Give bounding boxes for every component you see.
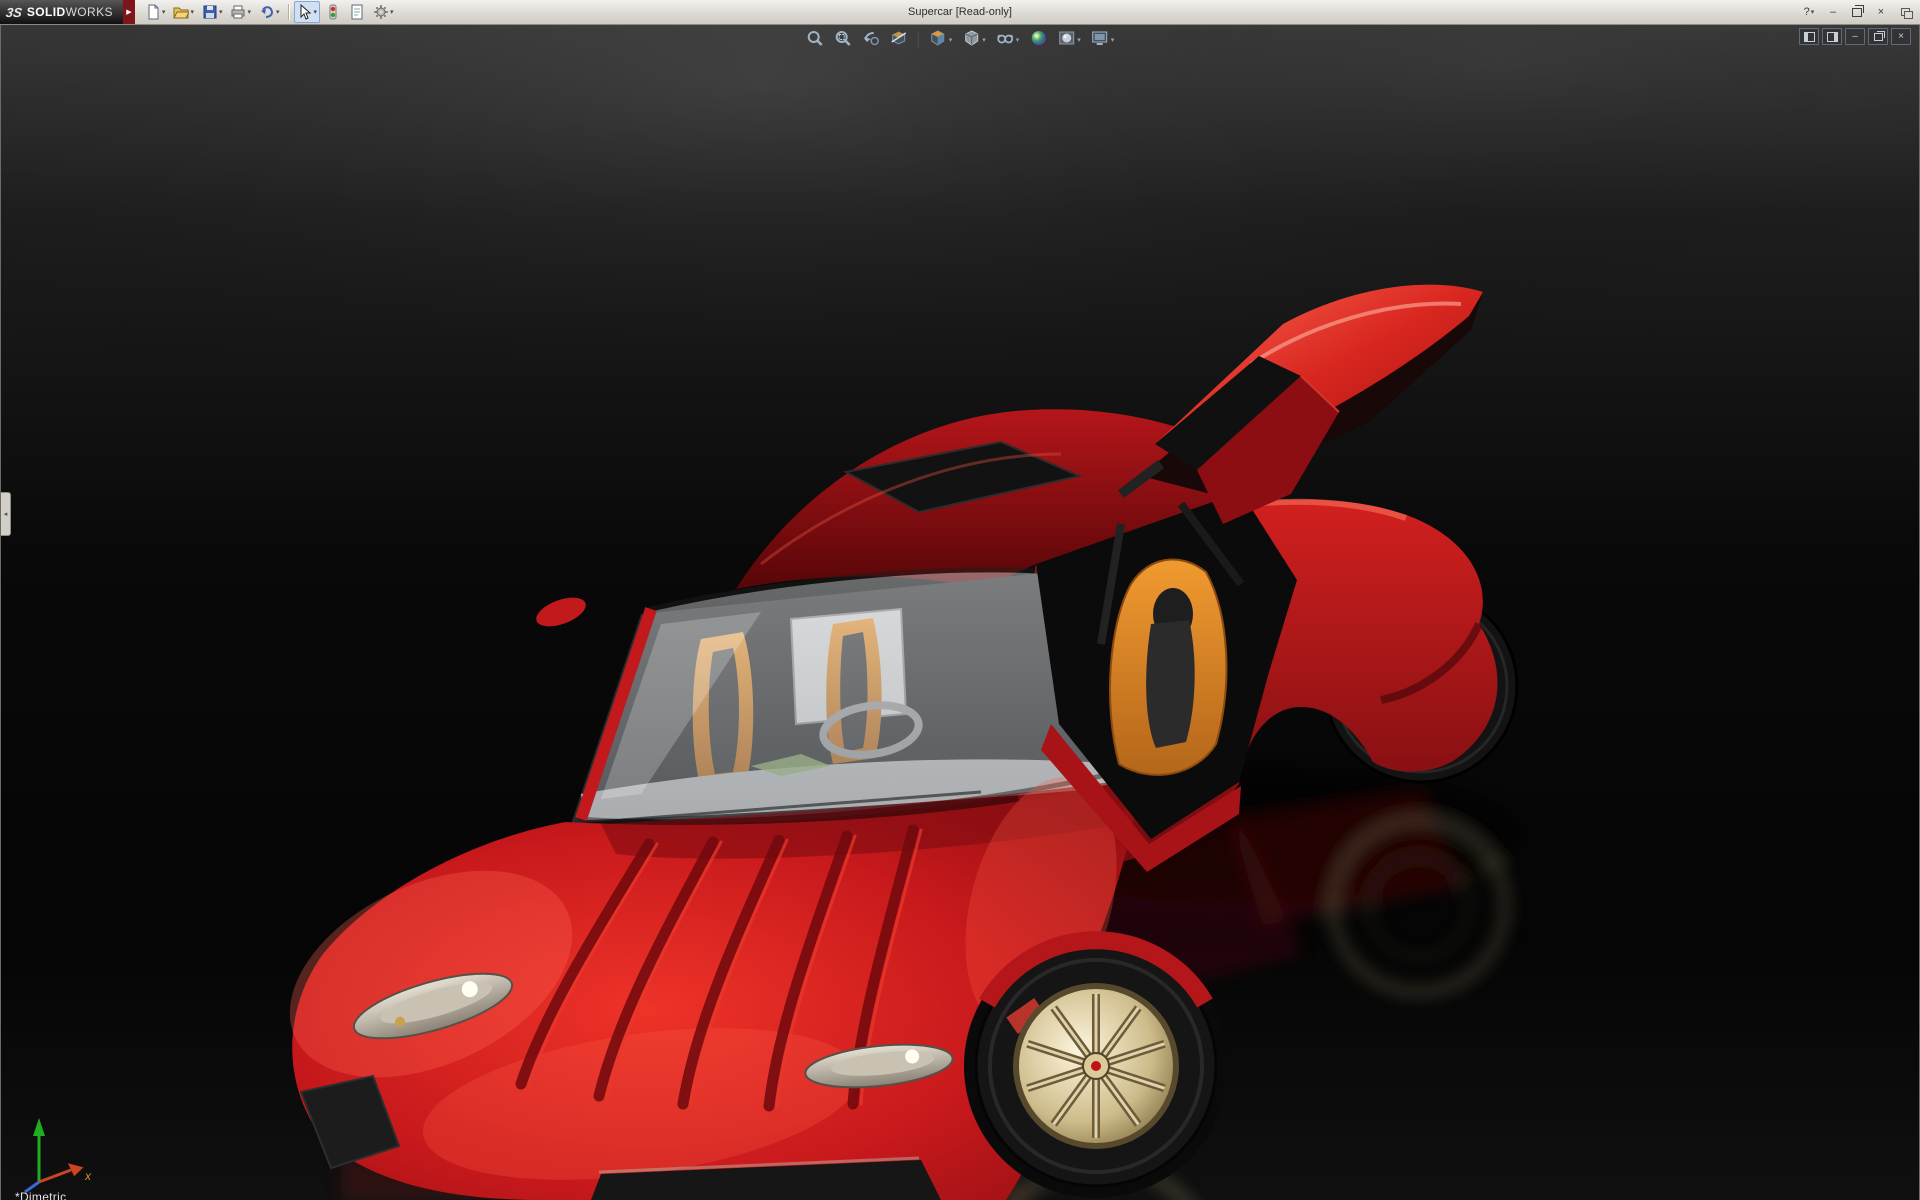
- section-view-button[interactable]: [886, 28, 912, 52]
- save-button[interactable]: ▾: [199, 1, 226, 23]
- previous-view-button[interactable]: [858, 28, 884, 52]
- solidworks-window: 3S SOLIDWORKS ▶ ▾ ▾ ▾: [0, 0, 1920, 1200]
- zoom-to-area-icon: [834, 29, 852, 52]
- view-orientation-button[interactable]: ▾: [925, 28, 957, 52]
- view-settings-button[interactable]: ▾: [1087, 28, 1119, 52]
- display-style-button[interactable]: ▾: [958, 28, 990, 52]
- viewport-3d-scene[interactable]: [1, 24, 1920, 1200]
- dropdown-caret-icon: ▾: [1811, 9, 1815, 16]
- doc-close-icon: ×: [1898, 32, 1904, 42]
- main-toolbar: ▾ ▾ ▾ ▾ ▾: [141, 1, 398, 23]
- headsup-separator: [918, 32, 919, 48]
- select-cursor-icon: [297, 4, 313, 20]
- reference-triad: x: [9, 1104, 101, 1196]
- file-properties-button[interactable]: [346, 1, 368, 23]
- dropdown-caret-icon: ▾: [190, 9, 194, 16]
- arrange-windows-icon: [1901, 8, 1910, 16]
- print-icon: [230, 4, 246, 20]
- view-orientation-cube-icon: [929, 29, 947, 52]
- doc-restore-button[interactable]: [1868, 28, 1888, 45]
- hide-show-items-button[interactable]: ▾: [992, 28, 1024, 52]
- edit-appearance-sphere-icon: [1029, 29, 1047, 52]
- dropdown-caret-icon: ▾: [276, 9, 280, 16]
- doc-minimize-button[interactable]: –: [1845, 28, 1865, 45]
- zoom-to-fit-button[interactable]: [802, 28, 828, 52]
- brand-mark: 3S: [5, 5, 23, 20]
- toolbar-separator: [288, 4, 289, 20]
- restore-icon: [1852, 8, 1862, 17]
- doc-restore-icon: [1874, 33, 1883, 41]
- section-view-icon: [890, 29, 908, 52]
- undo-arrow-icon: [259, 4, 275, 20]
- view-orientation-label: *Dimetric: [15, 1190, 66, 1200]
- dropdown-caret-icon: ▾: [314, 9, 318, 16]
- brand-works: WORKS: [66, 5, 113, 19]
- collapse-arrow-icon: ◂: [4, 510, 8, 518]
- open-folder-icon: [173, 4, 189, 20]
- apply-scene-button[interactable]: ▾: [1053, 28, 1085, 52]
- dropdown-caret-icon: ▾: [982, 36, 986, 44]
- zoom-to-fit-icon: [806, 29, 824, 52]
- pane-left-button[interactable]: [1799, 28, 1819, 45]
- options-button[interactable]: ▾: [370, 1, 397, 23]
- rebuild-button[interactable]: [322, 1, 344, 23]
- select-button[interactable]: ▾: [294, 1, 321, 23]
- dropdown-caret-icon: ▾: [1111, 36, 1115, 44]
- front-wheel[interactable]: [964, 934, 1228, 1198]
- window-controls: ?▾ – ×: [1798, 0, 1916, 24]
- dropdown-caret-icon: ▾: [162, 9, 166, 16]
- open-button[interactable]: ▾: [170, 1, 197, 23]
- document-window-controls: – ×: [1799, 28, 1911, 45]
- close-icon: ×: [1878, 6, 1884, 18]
- close-button[interactable]: ×: [1870, 2, 1892, 22]
- new-document-button[interactable]: ▾: [142, 1, 169, 23]
- print-button[interactable]: ▾: [227, 1, 254, 23]
- dropdown-caret-icon: ▾: [219, 9, 223, 16]
- zoom-to-area-button[interactable]: [830, 28, 856, 52]
- x-axis-label: x: [84, 1169, 92, 1183]
- arrange-windows-button[interactable]: [1894, 2, 1916, 22]
- driver-seat[interactable]: [1110, 560, 1226, 775]
- solidworks-logo: 3S SOLIDWORKS: [0, 0, 123, 24]
- pane-right-button[interactable]: [1822, 28, 1842, 45]
- dropdown-caret-icon: ▾: [1016, 36, 1020, 44]
- featuremanager-collapsed-tab[interactable]: ◂: [1, 492, 11, 536]
- y-axis-arrow: [33, 1118, 45, 1136]
- new-document-icon: [145, 4, 161, 20]
- options-gear-icon: [373, 4, 389, 20]
- minimize-button[interactable]: –: [1822, 2, 1844, 22]
- pane-right-icon: [1827, 32, 1838, 42]
- doc-close-button[interactable]: ×: [1891, 28, 1911, 45]
- save-floppy-icon: [202, 4, 218, 20]
- undo-button[interactable]: ▾: [256, 1, 283, 23]
- brand-solid: SOLID: [27, 5, 66, 19]
- menu-expand-arrow[interactable]: ▶: [123, 0, 135, 24]
- menu-bar: 3S SOLIDWORKS ▶ ▾ ▾ ▾: [0, 0, 1920, 25]
- help-icon: ?: [1804, 6, 1810, 18]
- heads-up-view-toolbar: ▾ ▾ ▾ ▾: [802, 28, 1119, 52]
- restore-button[interactable]: [1846, 2, 1868, 22]
- dropdown-caret-icon: ▾: [1077, 36, 1081, 44]
- dropdown-caret-icon: ▾: [247, 9, 251, 16]
- hide-show-items-icon: [996, 29, 1014, 52]
- dropdown-caret-icon: ▾: [949, 36, 953, 44]
- graphics-viewport[interactable]: ▾ ▾ ▾ ▾: [0, 24, 1920, 1200]
- help-button[interactable]: ?▾: [1798, 2, 1820, 22]
- view-settings-icon: [1091, 29, 1109, 52]
- previous-view-icon: [862, 29, 880, 52]
- edit-appearance-button[interactable]: [1025, 28, 1051, 52]
- display-style-icon: [962, 29, 980, 52]
- file-properties-icon: [349, 4, 365, 20]
- apply-scene-icon: [1057, 29, 1075, 52]
- pane-left-icon: [1804, 32, 1815, 42]
- minimize-icon: –: [1830, 6, 1836, 18]
- doc-minimize-icon: –: [1852, 32, 1858, 42]
- dropdown-caret-icon: ▾: [390, 9, 394, 16]
- rebuild-stoplight-icon: [325, 4, 341, 20]
